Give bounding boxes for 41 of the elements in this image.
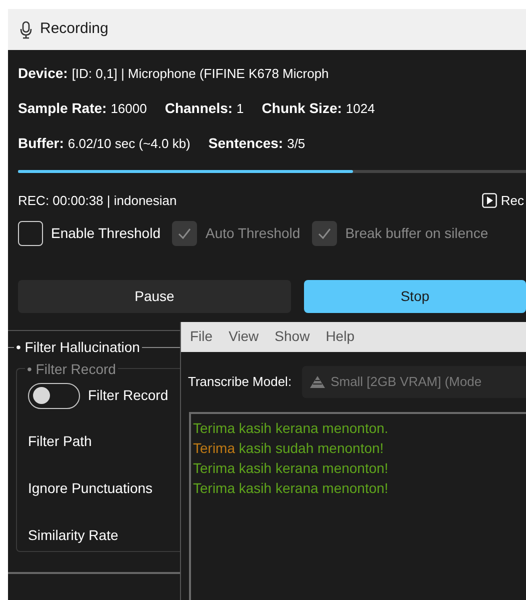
- menu-item[interactable]: View: [228, 326, 259, 347]
- field-value: 16000: [110, 100, 147, 118]
- microphone-icon: [20, 20, 32, 38]
- field-value: 6.02/10 sec (~4.0 kb): [68, 135, 190, 153]
- menu-item[interactable]: Help: [326, 326, 354, 347]
- field-label: Sample Rate:: [18, 99, 107, 118]
- field-value: [ID: 0,1] | Microphone (FIFINE K678 Microph: [72, 65, 329, 83]
- transcript-line: Terima kasih kerana menonton.: [193, 418, 390, 438]
- checkbox-label: Break buffer on silence: [345, 224, 488, 242]
- play-icon: [482, 193, 497, 208]
- checkbox-label: Enable Threshold: [51, 224, 160, 242]
- toggle-label: Filter Record: [88, 386, 168, 405]
- field-value: 3/5: [287, 135, 306, 153]
- field-label: Transcribe Model:: [188, 372, 292, 391]
- primary-button[interactable]: Stop: [304, 280, 526, 312]
- window-title: Recording: [40, 19, 108, 40]
- record-button[interactable]: Rec: [482, 191, 524, 210]
- checkbox-label: Auto Threshold: [205, 224, 300, 242]
- field-value: 1: [236, 100, 244, 118]
- group-title: • Filter Hallucination: [15, 338, 141, 356]
- setting-label: Similarity Rate: [28, 526, 120, 545]
- field-label: Sentences:: [208, 134, 284, 153]
- pyramid-icon: [310, 376, 325, 388]
- menu-item[interactable]: File: [190, 326, 213, 347]
- transcript-line: Terima kasih sudah menonton!: [193, 438, 385, 458]
- setting-label: Filter Path: [28, 432, 93, 450]
- transcript-line: Terima kasih kerana menonton!: [193, 478, 390, 498]
- field-value: 1024: [346, 100, 375, 118]
- field-label: Device:: [18, 64, 68, 83]
- secondary-button[interactable]: Pause: [18, 280, 291, 312]
- field-label: Chunk Size:: [262, 99, 342, 118]
- field-label: Buffer:: [18, 134, 64, 153]
- setting-label: Ignore Punctuations: [28, 478, 154, 498]
- toggle-switch[interactable]: [28, 382, 80, 408]
- checkmark-icon: [318, 228, 332, 238]
- transcript-line: Terima kasih kerana menonton!: [193, 458, 390, 478]
- menu-item[interactable]: Show: [274, 326, 310, 347]
- model-dropdown[interactable]: Small [2GB VRAM] (Mode: [302, 366, 526, 398]
- field-label: Channels:: [164, 99, 233, 118]
- checkmark-icon: [178, 228, 192, 238]
- recording-status: REC: 00:00:38 | indonesian: [18, 192, 177, 210]
